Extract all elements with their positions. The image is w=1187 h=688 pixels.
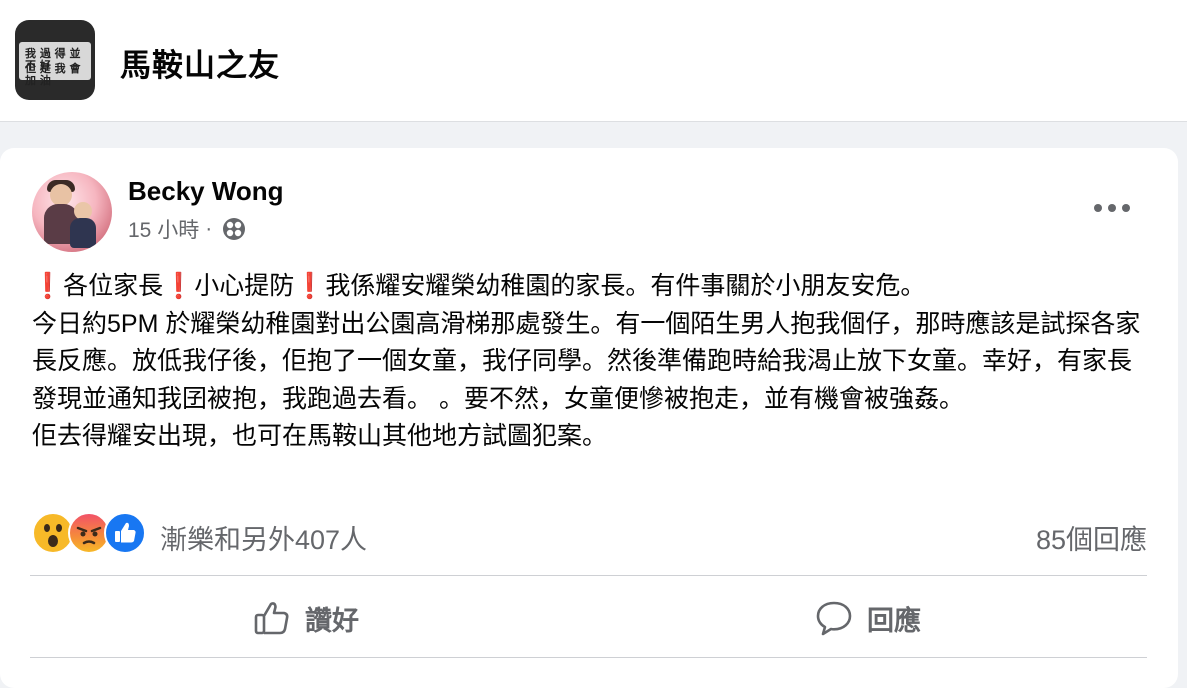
author-name[interactable]: Becky Wong	[128, 176, 284, 207]
cover-sign: 我 過 得 並 不 好 但 是 我 會 加 油	[19, 42, 91, 87]
author-avatar[interactable]	[32, 172, 112, 252]
group-name[interactable]: 馬鞍山之友	[120, 40, 280, 85]
public-globe-icon[interactable]	[222, 217, 246, 241]
post-time[interactable]: 15 小時	[128, 214, 199, 244]
comment-label: 回應	[867, 605, 921, 636]
like-reaction-icon	[104, 512, 146, 554]
divider	[30, 575, 1147, 576]
like-button[interactable]: 讚好	[253, 596, 359, 640]
post-text: ❗各位家長❗小心提防❗我係耀安耀榮幼稚園的家長。有件事關於小朋友安危。 今日約5…	[32, 272, 1141, 450]
more-options-icon[interactable]	[1092, 198, 1132, 218]
avatar-child-body	[70, 218, 96, 248]
cover-text-line2: 但 是 我 會 加 油	[25, 62, 81, 87]
comment-button[interactable]: 回應	[815, 596, 921, 640]
avatar-face	[50, 184, 72, 206]
comment-icon	[816, 601, 852, 636]
divider-bottom	[30, 657, 1147, 658]
reaction-icons[interactable]	[32, 512, 146, 554]
meta-separator: ·	[205, 217, 213, 240]
post-meta: 15 小時 ·	[128, 214, 246, 244]
thumbs-up-icon	[254, 602, 289, 635]
group-cover-image[interactable]: 我 過 得 並 不 好 但 是 我 會 加 油	[15, 20, 95, 100]
reaction-summary[interactable]: 漸樂和另外407人	[160, 518, 367, 557]
group-header: 我 過 得 並 不 好 但 是 我 會 加 油 馬鞍山之友	[0, 0, 1187, 122]
like-label: 讚好	[305, 605, 359, 636]
comment-count[interactable]: 85個回應	[1036, 518, 1147, 557]
